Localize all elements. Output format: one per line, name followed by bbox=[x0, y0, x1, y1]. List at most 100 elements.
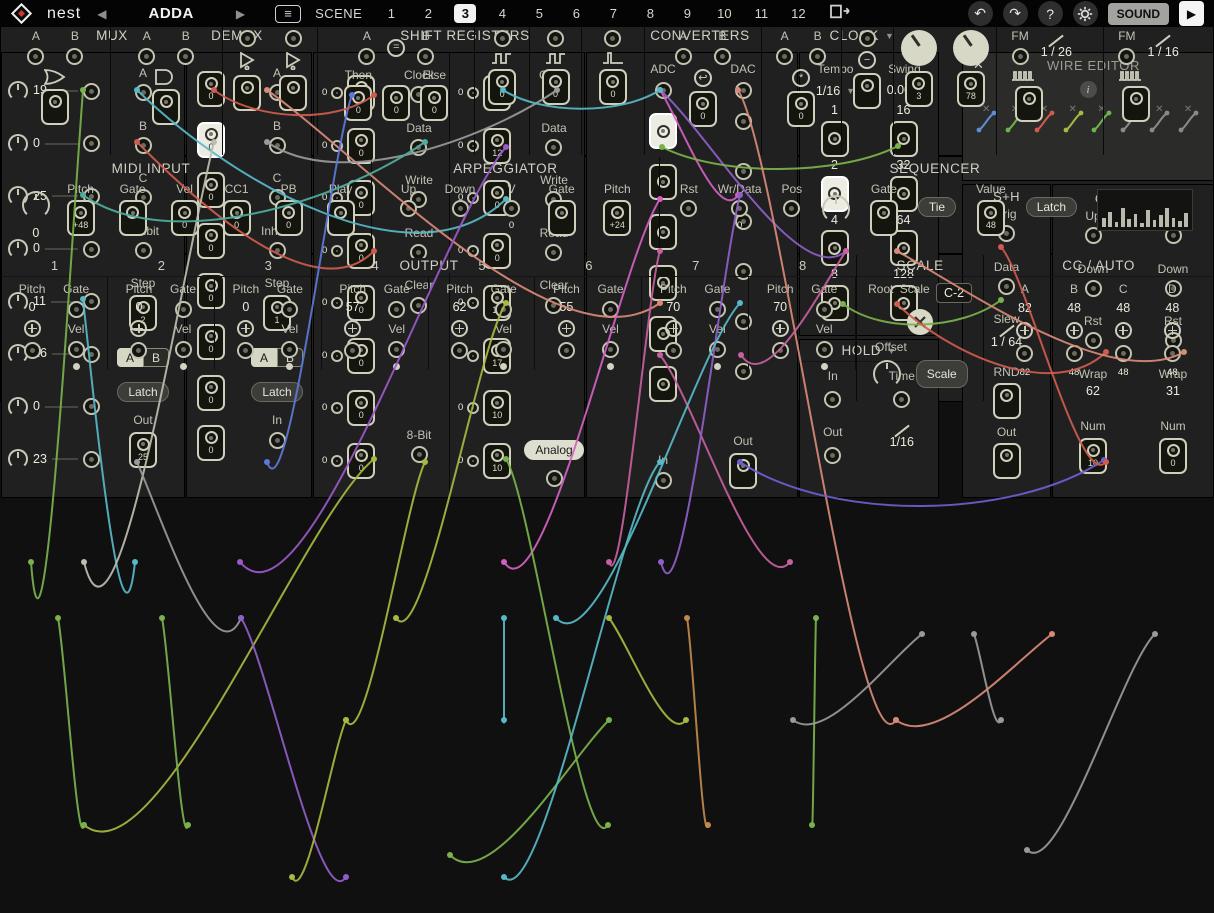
scene-copy-icon[interactable] bbox=[829, 2, 851, 25]
aeqb-b-port[interactable] bbox=[417, 48, 434, 65]
pitch-port[interactable] bbox=[451, 342, 468, 359]
sr-cell-port[interactable]: 10 bbox=[483, 443, 511, 479]
vel-port[interactable] bbox=[495, 341, 512, 358]
vel-port[interactable] bbox=[68, 341, 85, 358]
seq-tie-button[interactable]: Tie bbox=[918, 197, 956, 217]
and-a-port[interactable] bbox=[138, 48, 155, 65]
invert-out-port[interactable] bbox=[853, 73, 881, 109]
scene-menu-icon[interactable]: ≡ bbox=[275, 5, 301, 23]
f2-in-port[interactable] bbox=[494, 30, 511, 47]
cc-port[interactable] bbox=[1115, 345, 1132, 362]
seq-latch-button[interactable]: Latch bbox=[1026, 197, 1077, 217]
sr2-analog-button[interactable]: Analog bbox=[524, 440, 583, 460]
gate-port[interactable] bbox=[602, 301, 619, 318]
cc-offset-port[interactable] bbox=[1115, 322, 1132, 339]
trig-out-port[interactable]: 0 bbox=[599, 69, 627, 105]
seq-value-port[interactable]: 48 bbox=[977, 200, 1005, 236]
demux-in-port[interactable] bbox=[269, 432, 286, 449]
sound-button[interactable]: SOUND bbox=[1108, 3, 1169, 25]
pitch-port[interactable] bbox=[237, 342, 254, 359]
midi-column-port[interactable]: 0 bbox=[223, 200, 251, 236]
wrap-out-port[interactable]: 0 bbox=[689, 91, 717, 127]
constant-out-port[interactable]: 78 bbox=[957, 71, 985, 107]
scale-button[interactable]: Scale bbox=[916, 360, 968, 388]
scale-offset-knob[interactable] bbox=[873, 360, 901, 388]
help-button[interactable]: ? bbox=[1038, 1, 1063, 26]
pitch-offset-port[interactable] bbox=[772, 320, 789, 337]
arp-gate-port[interactable] bbox=[548, 200, 576, 236]
pitch-offset-port[interactable] bbox=[665, 320, 682, 337]
wrap-b-port[interactable] bbox=[714, 48, 731, 65]
cc-port[interactable] bbox=[1066, 345, 1083, 362]
mux-out-port[interactable]: 25 bbox=[129, 432, 157, 468]
aeqb-out-port[interactable]: 0 bbox=[382, 85, 410, 121]
sr-tap-port[interactable] bbox=[331, 402, 343, 414]
or-out-port[interactable] bbox=[41, 89, 69, 125]
undo-button[interactable]: ↶ bbox=[968, 1, 993, 26]
scene-button[interactable]: 6 bbox=[565, 4, 587, 23]
gate-port[interactable] bbox=[709, 301, 726, 318]
midi-column-port[interactable] bbox=[119, 200, 147, 236]
pitch-port[interactable] bbox=[24, 342, 41, 359]
axb-a-port[interactable] bbox=[776, 48, 793, 65]
vel-port[interactable] bbox=[816, 341, 833, 358]
pitch-offset-port[interactable] bbox=[451, 320, 468, 337]
geiger-rate-value[interactable]: 1 / 16 bbox=[1148, 40, 1179, 60]
invert-in-port[interactable] bbox=[859, 30, 876, 47]
arp-down-port[interactable] bbox=[452, 200, 469, 217]
axb-out-port[interactable]: 0 bbox=[787, 91, 815, 127]
and-out-port[interactable] bbox=[152, 89, 180, 125]
play-button[interactable]: ▶ bbox=[1179, 1, 1204, 26]
prev-patch-icon[interactable]: ◀ bbox=[91, 7, 112, 21]
sh-out-port[interactable] bbox=[993, 443, 1021, 479]
gate-port[interactable] bbox=[281, 301, 298, 318]
trig-in-port[interactable] bbox=[604, 30, 621, 47]
vel-port[interactable] bbox=[602, 341, 619, 358]
or-b-port[interactable] bbox=[66, 48, 83, 65]
pitch-offset-port[interactable] bbox=[24, 320, 41, 337]
not2-out-port[interactable] bbox=[279, 75, 307, 111]
seq-rst-port[interactable] bbox=[680, 200, 697, 217]
next-patch-icon[interactable]: ▶ bbox=[230, 7, 251, 21]
sr2-analog-port[interactable] bbox=[546, 470, 563, 487]
scene-button[interactable]: 4 bbox=[491, 4, 513, 23]
patch-name[interactable]: ADDA bbox=[148, 5, 193, 22]
seq-step-display[interactable] bbox=[1097, 189, 1193, 231]
scene-button[interactable]: 3 bbox=[454, 4, 476, 23]
gate-port[interactable] bbox=[175, 301, 192, 318]
hold-time-value[interactable]: 1/16 bbox=[890, 430, 914, 450]
gate-port[interactable] bbox=[68, 301, 85, 318]
axb-b-port[interactable] bbox=[809, 48, 826, 65]
arp-v-port[interactable] bbox=[503, 200, 520, 217]
scene-button[interactable]: 9 bbox=[676, 4, 698, 23]
f2-out-port[interactable]: 0 bbox=[488, 69, 516, 105]
sr-tap-port[interactable] bbox=[331, 455, 343, 467]
scene-button[interactable]: 11 bbox=[750, 4, 772, 23]
geiger-out-port[interactable] bbox=[1122, 86, 1150, 122]
midi-bend-knob[interactable] bbox=[22, 191, 50, 219]
scene-button[interactable]: 2 bbox=[417, 4, 439, 23]
scene-button[interactable]: 7 bbox=[602, 4, 624, 23]
sr-cell-port[interactable]: 0 bbox=[347, 443, 375, 479]
settings-gear-icon[interactable] bbox=[1073, 1, 1098, 26]
sr1-8bit-port[interactable] bbox=[411, 446, 428, 463]
midi-column-port[interactable]: 0 bbox=[171, 200, 199, 236]
arp-up-port[interactable] bbox=[400, 200, 417, 217]
cc-offset-port[interactable] bbox=[1016, 322, 1033, 339]
pitch-port[interactable] bbox=[130, 342, 147, 359]
demux-output-port[interactable]: 0 bbox=[197, 425, 225, 461]
counter-num-port[interactable]: 10 bbox=[1079, 438, 1107, 474]
constant-out-port[interactable]: 3 bbox=[905, 71, 933, 107]
seq-pos-port[interactable] bbox=[783, 200, 800, 217]
pitch-port[interactable] bbox=[772, 342, 789, 359]
seq-wrdata-port[interactable] bbox=[731, 200, 748, 217]
vel-port[interactable] bbox=[709, 341, 726, 358]
or-a-port[interactable] bbox=[27, 48, 44, 65]
mux-channel-port[interactable] bbox=[83, 451, 100, 468]
not1-in-port[interactable] bbox=[239, 30, 256, 47]
pitch-offset-port[interactable] bbox=[558, 320, 575, 337]
scene-button[interactable]: 12 bbox=[787, 4, 809, 23]
vel-port[interactable] bbox=[175, 341, 192, 358]
seq-gate-port[interactable] bbox=[870, 200, 898, 236]
scene-button[interactable]: 8 bbox=[639, 4, 661, 23]
